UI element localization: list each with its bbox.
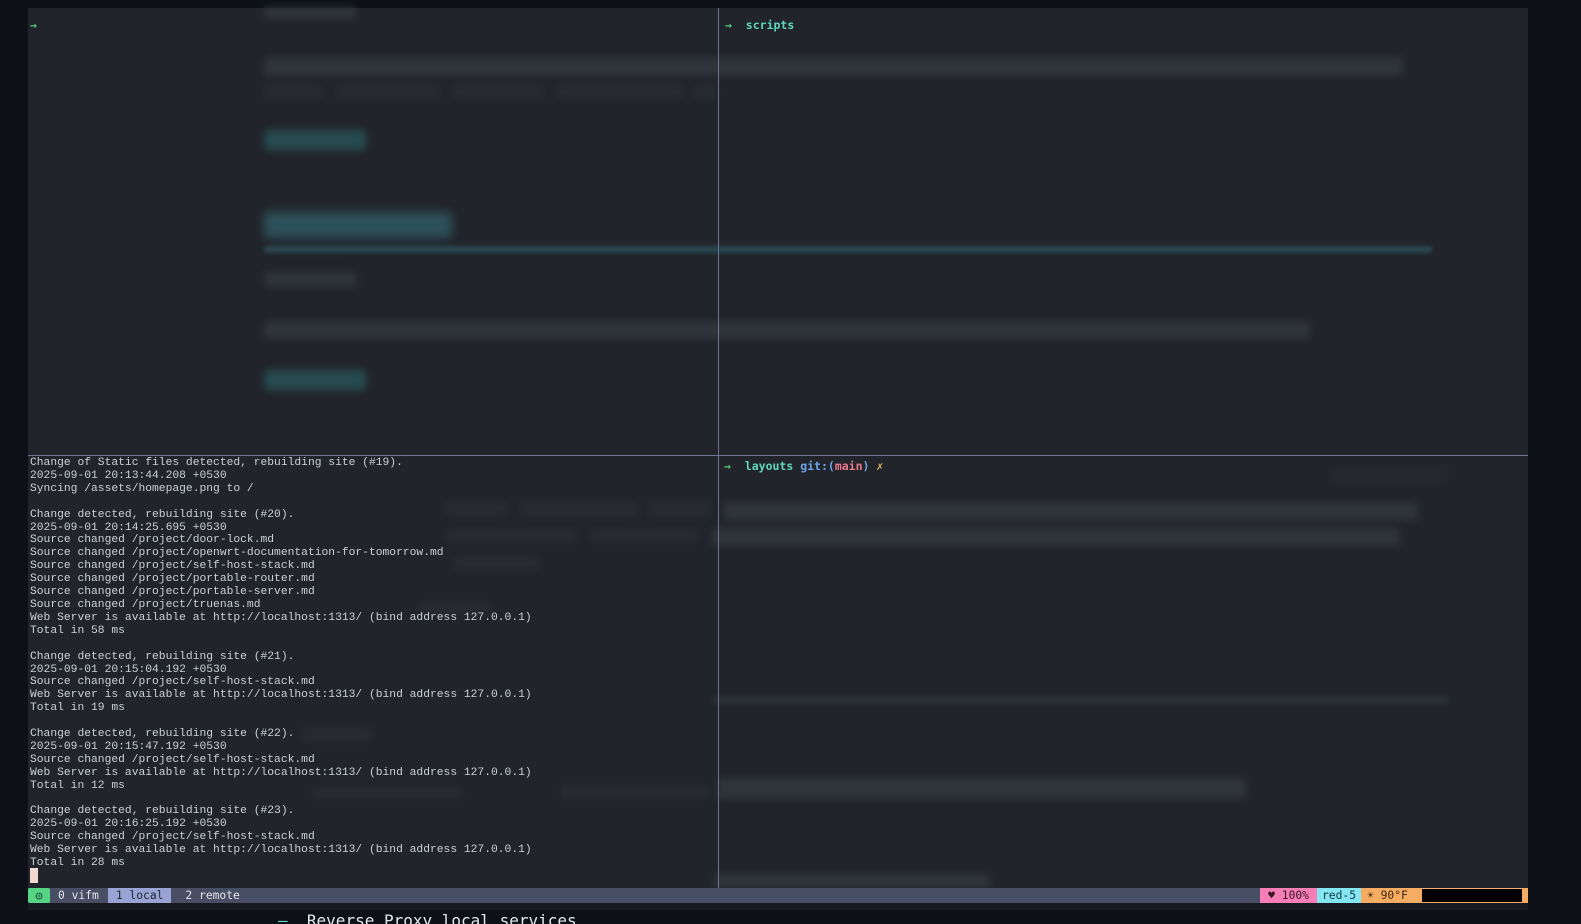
hostname-badge: red-5 [1317,888,1361,903]
git-branch: main [835,459,863,473]
shell-prompt: → scripts [725,18,794,32]
shell-prompt: → layouts git:(main) ✗ [724,459,883,473]
terminal-bottom-edge [28,903,1528,910]
session-badge-icon: ◎ [28,888,50,903]
prompt-directory: layouts [745,459,793,473]
window-tab-remote[interactable]: 2 remote [181,888,243,903]
terminal-cursor [30,868,38,883]
weather-badge: ☀ 90°F [1361,888,1528,903]
battery-badge: ♥ 100% [1260,888,1317,903]
prompt-arrow-icon: → [30,18,37,32]
tmux-status-bar: ◎ 0 vifm 1 local 2 remote ♥ 100% red-5 ☀… [28,888,1528,903]
pane-build-log[interactable]: Change of Static files detected, rebuild… [28,456,718,888]
build-log-output: Change of Static files detected, rebuild… [30,457,532,870]
window-tab-vifm[interactable]: 0 vifm [54,888,103,903]
status-bar-right: ♥ 100% red-5 ☀ 90°F [1260,888,1528,903]
prompt-directory: scripts [746,18,794,32]
pane-scripts-shell[interactable]: → scripts [719,8,1528,455]
shell-prompt: → [30,18,37,32]
git-prefix: git:( [800,459,835,473]
desktop-background: { "terminal": { "panes": { "top_left": {… [0,0,1581,924]
git-dirty-icon: ✗ [876,459,883,473]
prompt-arrow-icon: → [725,18,732,32]
prompt-arrow-icon: → [724,459,731,473]
redacted-clock-box [1422,889,1522,902]
pane-markdown-preview[interactable]: → [28,8,718,455]
weather-label: ☀ 90°F [1367,889,1408,902]
pane-layouts-shell[interactable]: → layouts git:(main) ✗ [719,456,1528,888]
window-tab-local[interactable]: 1 local [108,888,172,903]
